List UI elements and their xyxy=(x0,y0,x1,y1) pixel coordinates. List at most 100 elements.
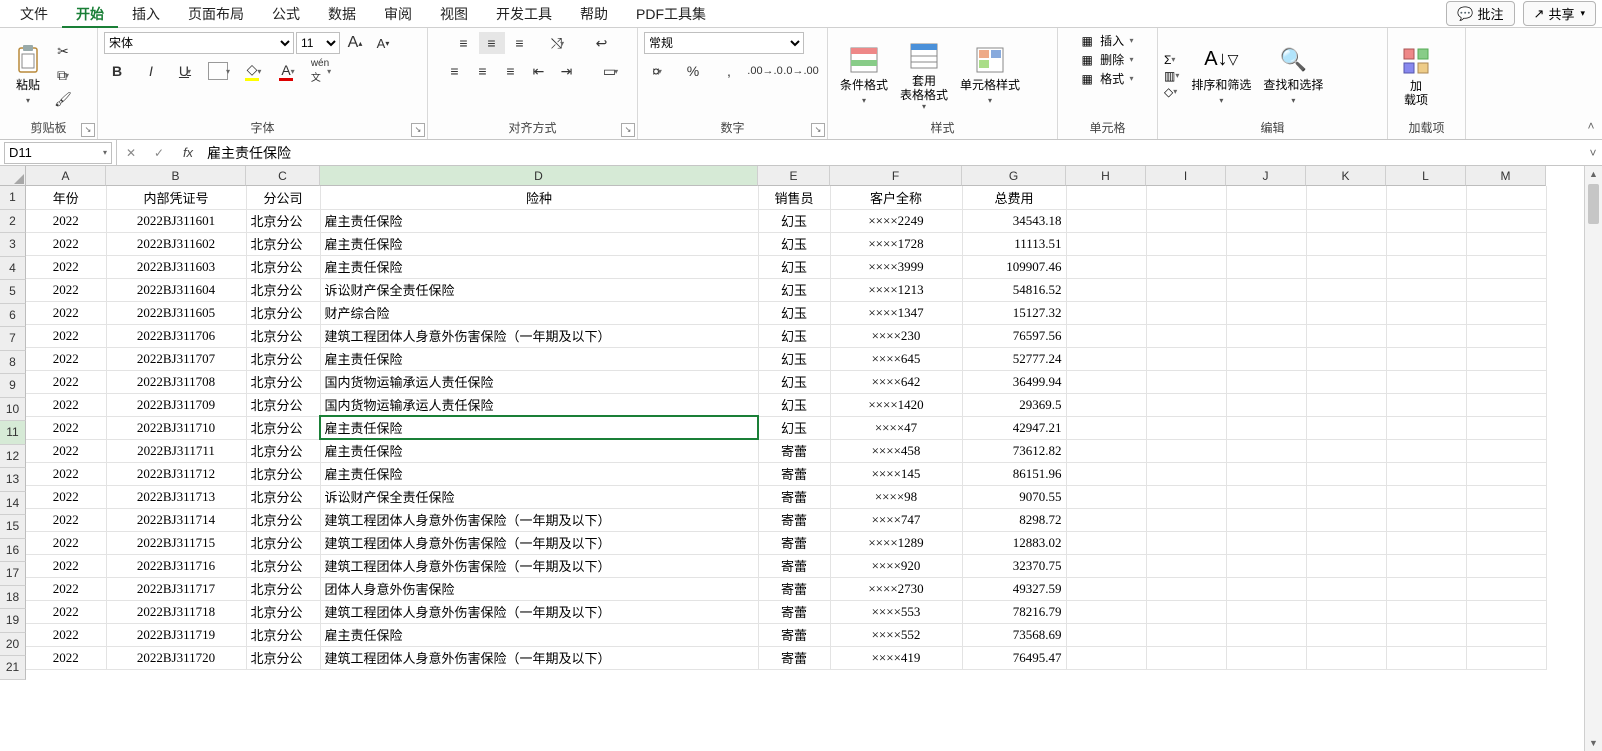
cell[interactable] xyxy=(1226,600,1306,623)
cell[interactable] xyxy=(1466,232,1546,255)
cell[interactable] xyxy=(1066,485,1146,508)
cell[interactable] xyxy=(1226,324,1306,347)
cell[interactable] xyxy=(1466,347,1546,370)
cell[interactable] xyxy=(1066,462,1146,485)
cell[interactable] xyxy=(1226,393,1306,416)
cell[interactable]: 幻玉 xyxy=(758,370,830,393)
cell[interactable] xyxy=(1066,508,1146,531)
cell[interactable]: 幻玉 xyxy=(758,416,830,439)
menu-tab-5[interactable]: 数据 xyxy=(314,2,370,26)
row-header-9[interactable]: 9 xyxy=(0,374,26,398)
cell[interactable]: 寄蕾 xyxy=(758,646,830,669)
fill-button[interactable]: ▥▾ xyxy=(1164,69,1179,83)
col-header-I[interactable]: I xyxy=(1146,166,1226,186)
cell[interactable]: 幻玉 xyxy=(758,347,830,370)
cell[interactable]: 雇主责任保险 xyxy=(320,623,758,646)
select-all-corner[interactable] xyxy=(0,166,26,186)
cell[interactable]: ××××2730 xyxy=(830,577,962,600)
cell[interactable] xyxy=(1306,462,1386,485)
cell[interactable]: 2022BJ311603 xyxy=(106,255,246,278)
scroll-thumb[interactable] xyxy=(1588,184,1599,224)
cell[interactable] xyxy=(1226,186,1306,209)
cell[interactable] xyxy=(1226,255,1306,278)
cell[interactable]: 幻玉 xyxy=(758,393,830,416)
cell[interactable] xyxy=(1146,416,1226,439)
cell[interactable]: 36499.94 xyxy=(962,370,1066,393)
cell[interactable] xyxy=(1306,301,1386,324)
cell[interactable]: 总费用 xyxy=(962,186,1066,209)
cell[interactable] xyxy=(1066,577,1146,600)
cell[interactable] xyxy=(1226,439,1306,462)
cell[interactable] xyxy=(1306,646,1386,669)
cell[interactable] xyxy=(1466,462,1546,485)
cell-styles-button[interactable]: 单元格样式▾ xyxy=(954,42,1026,110)
bold-button[interactable]: B xyxy=(104,60,130,82)
cell[interactable]: 北京分公 xyxy=(246,531,320,554)
cell[interactable] xyxy=(1306,393,1386,416)
cell[interactable]: 49327.59 xyxy=(962,577,1066,600)
cell[interactable] xyxy=(1146,370,1226,393)
cell[interactable] xyxy=(1306,508,1386,531)
number-dialog-launcher[interactable]: ↘ xyxy=(811,123,825,137)
row-header-2[interactable]: 2 xyxy=(0,210,26,234)
cell[interactable]: 15127.32 xyxy=(962,301,1066,324)
row-header-13[interactable]: 13 xyxy=(0,468,26,492)
col-header-M[interactable]: M xyxy=(1466,166,1546,186)
row-header-20[interactable]: 20 xyxy=(0,633,26,657)
cell[interactable]: 2022BJ311707 xyxy=(106,347,246,370)
number-format-select[interactable]: 常规 xyxy=(644,32,804,54)
addin-button[interactable]: 加 载项 xyxy=(1394,43,1438,109)
cell[interactable]: 北京分公 xyxy=(246,554,320,577)
menu-tab-0[interactable]: 文件 xyxy=(6,2,62,26)
cell[interactable]: 2022BJ311601 xyxy=(106,209,246,232)
cut-button[interactable]: ✂ xyxy=(50,41,76,63)
cell[interactable] xyxy=(1146,577,1226,600)
cell[interactable]: 11113.51 xyxy=(962,232,1066,255)
cell[interactable]: 幻玉 xyxy=(758,255,830,278)
cell[interactable]: ××××419 xyxy=(830,646,962,669)
cell[interactable]: 客户全称 xyxy=(830,186,962,209)
cell[interactable]: 北京分公 xyxy=(246,646,320,669)
cell[interactable]: ××××1420 xyxy=(830,393,962,416)
cell[interactable] xyxy=(1386,278,1466,301)
cell[interactable] xyxy=(1146,646,1226,669)
name-box[interactable]: D11 ▾ xyxy=(4,142,112,164)
cell[interactable] xyxy=(1386,600,1466,623)
cell[interactable] xyxy=(1466,485,1546,508)
cell[interactable] xyxy=(1466,324,1546,347)
cell[interactable]: 雇主责任保险 xyxy=(320,462,758,485)
cell[interactable]: 42947.21 xyxy=(962,416,1066,439)
cell[interactable] xyxy=(1386,646,1466,669)
cell[interactable]: 76597.56 xyxy=(962,324,1066,347)
cell[interactable]: 幻玉 xyxy=(758,324,830,347)
cell[interactable] xyxy=(1466,439,1546,462)
row-header-7[interactable]: 7 xyxy=(0,327,26,351)
cell[interactable] xyxy=(1066,370,1146,393)
cell[interactable]: 北京分公 xyxy=(246,577,320,600)
cell[interactable]: 2022 xyxy=(26,531,106,554)
cell[interactable]: 国内货物运输承运人责任保险 xyxy=(320,393,758,416)
fill-color-button[interactable]: ◇▾ xyxy=(240,60,266,82)
menu-tab-9[interactable]: 帮助 xyxy=(566,2,622,26)
cell[interactable]: 2022BJ311712 xyxy=(106,462,246,485)
cell[interactable]: ××××47 xyxy=(830,416,962,439)
cell[interactable]: 2022 xyxy=(26,508,106,531)
cell[interactable]: 2022 xyxy=(26,600,106,623)
row-header-14[interactable]: 14 xyxy=(0,492,26,516)
cell[interactable] xyxy=(1466,186,1546,209)
row-header-5[interactable]: 5 xyxy=(0,280,26,304)
autosum-button[interactable]: Σ▾ xyxy=(1164,53,1179,67)
cell[interactable]: 2022 xyxy=(26,577,106,600)
cell[interactable]: ××××920 xyxy=(830,554,962,577)
cell[interactable]: 北京分公 xyxy=(246,393,320,416)
cell[interactable]: 2022 xyxy=(26,416,106,439)
cell[interactable] xyxy=(1226,416,1306,439)
cell[interactable]: 73612.82 xyxy=(962,439,1066,462)
cell[interactable] xyxy=(1226,554,1306,577)
cell[interactable] xyxy=(1466,554,1546,577)
col-header-F[interactable]: F xyxy=(830,166,962,186)
cell[interactable] xyxy=(1146,531,1226,554)
cell[interactable]: 险种 xyxy=(320,186,758,209)
cell[interactable]: 2022 xyxy=(26,301,106,324)
cell[interactable]: ××××1213 xyxy=(830,278,962,301)
